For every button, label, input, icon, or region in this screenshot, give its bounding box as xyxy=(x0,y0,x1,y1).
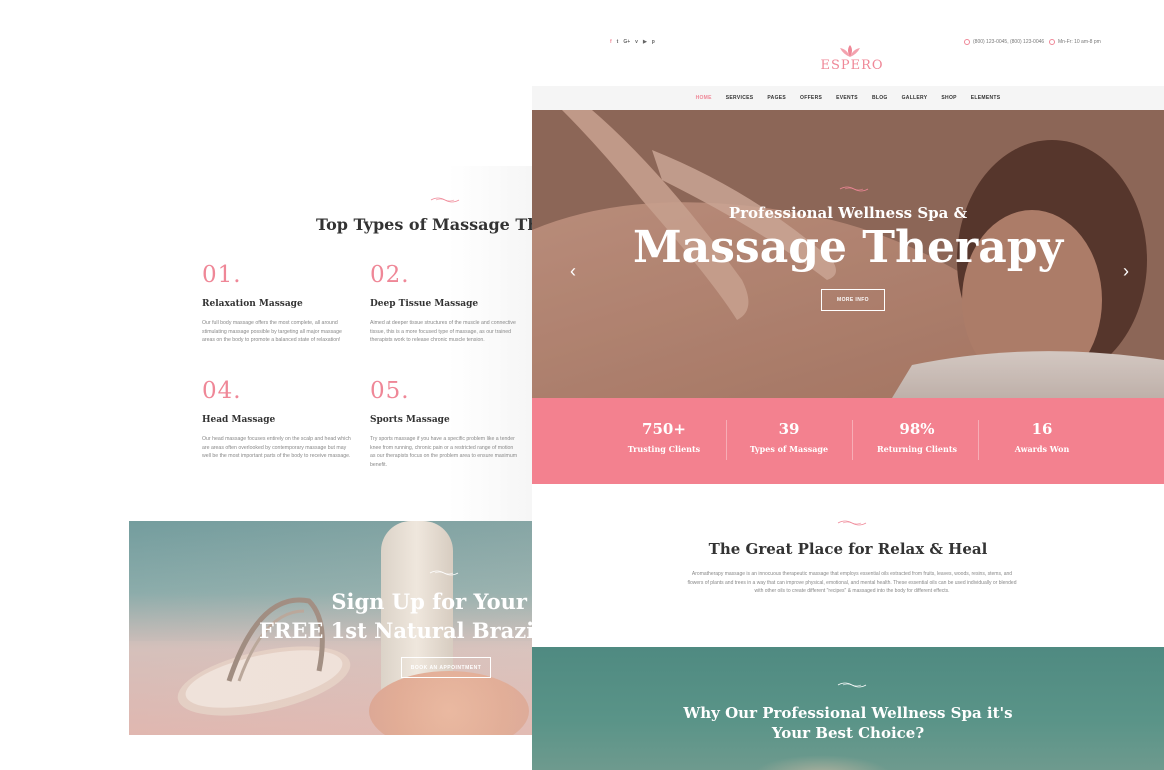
relax-section: The Great Place for Relax & Heal Aromath… xyxy=(532,484,1164,647)
header-hours: Mn-Fr: 10 am-8 pm xyxy=(1049,39,1101,45)
stat-label: Awards Won xyxy=(1014,444,1070,454)
stat-item: 39 Types of Massage xyxy=(726,420,852,454)
stat-divider xyxy=(852,420,853,460)
nav-item-blog[interactable]: BLOG xyxy=(872,95,888,101)
massage-type-name[interactable]: Sports Massage xyxy=(370,415,520,425)
slider-prev-arrow-icon[interactable]: ‹ xyxy=(570,261,576,282)
massage-type-number: 05. xyxy=(370,378,410,404)
nav-item-home[interactable]: HOME xyxy=(696,95,712,101)
stat-item: 16 Awards Won xyxy=(979,420,1105,454)
phone-text: (800) 123-0045, (800) 123-0046 xyxy=(973,39,1045,45)
massage-type-description: Our full body massage offers the most co… xyxy=(202,320,342,344)
hours-text: Mn-Fr: 10 am-8 pm xyxy=(1058,39,1101,45)
promo-title: Sign Up for Your FREE 1st Natural Brazil… xyxy=(259,587,532,645)
promo-banner: Sign Up for Your FREE 1st Natural Brazil… xyxy=(129,521,532,735)
site-logo[interactable]: ESPERO xyxy=(820,58,884,73)
massage-type-description: Our head massage focuses entirely on the… xyxy=(202,436,351,460)
ornament-icon xyxy=(430,197,460,203)
section-title: Top Types of Massage Therapy Se xyxy=(316,215,532,234)
massage-type-description: Try sports massage if you have a specifi… xyxy=(370,436,518,468)
lotus-logo-icon[interactable] xyxy=(837,44,863,58)
header-phone: (800) 123-0045, (800) 123-0046 xyxy=(964,39,1044,45)
youtube-icon[interactable]: ▶ xyxy=(643,39,647,45)
clock-icon xyxy=(1049,39,1055,45)
nav-item-gallery[interactable]: GALLERY xyxy=(902,95,928,101)
hero-subtitle: Professional Wellness Spa & xyxy=(728,204,968,222)
massage-type-card: 02. Deep Tissue Massage Aimed at deeper … xyxy=(370,262,520,345)
choice-title: Why Our Professional Wellness Spa it's Y… xyxy=(648,703,1048,743)
choice-section: Why Our Professional Wellness Spa it's Y… xyxy=(532,647,1164,770)
book-appointment-button[interactable]: BOOK AN APPOINTMENT xyxy=(401,657,491,678)
massage-type-name[interactable]: Relaxation Massage xyxy=(202,299,352,309)
choice-title-line: Your Best Choice? xyxy=(771,724,925,742)
ornament-icon xyxy=(837,682,867,688)
massage-type-number: 04. xyxy=(202,378,242,404)
facebook-icon[interactable]: f xyxy=(610,39,612,45)
massage-type-number: 02. xyxy=(370,262,410,288)
ornament-icon xyxy=(429,570,459,576)
massage-type-name[interactable]: Head Massage xyxy=(202,415,352,425)
nav-item-offers[interactable]: OFFERS xyxy=(800,95,822,101)
stat-label: Returning Clients xyxy=(876,444,958,454)
promo-title-line: FREE 1st Natural Brazilian xyxy=(259,618,532,643)
hero-title: Massage Therapy xyxy=(632,222,1064,273)
promo-title-line: Sign Up for Your xyxy=(331,589,527,614)
social-links: f t G+ v ▶ p xyxy=(610,39,655,45)
massage-type-card: 04. Head Massage Our head massage focuse… xyxy=(202,378,352,461)
nav-item-shop[interactable]: SHOP xyxy=(941,95,956,101)
more-info-button[interactable]: MORE INFO xyxy=(821,289,885,311)
ornament-icon xyxy=(839,186,869,192)
vimeo-icon[interactable]: v xyxy=(635,39,638,45)
massage-type-description: Aimed at deeper tissue structures of the… xyxy=(370,320,516,344)
stat-value: 750+ xyxy=(642,420,686,438)
main-nav: HOME SERVICES PAGES OFFERS EVENTS BLOG G… xyxy=(532,86,1164,110)
massage-type-card: 05. Sports Massage Try sports massage if… xyxy=(370,378,520,469)
ornament-icon xyxy=(837,520,867,526)
nav-item-services[interactable]: SERVICES xyxy=(726,95,754,101)
relax-text: Aromatherapy massage is an innocuous the… xyxy=(687,571,1017,595)
twitter-icon[interactable]: t xyxy=(617,39,619,45)
stats-band: 750+ Trusting Clients 39 Types of Massag… xyxy=(532,398,1164,484)
hand-photo xyxy=(752,755,892,770)
stat-value: 98% xyxy=(899,420,935,438)
slider-next-arrow-icon[interactable]: › xyxy=(1123,261,1129,282)
relax-title: The Great Place for Relax & Heal xyxy=(708,540,988,558)
massage-type-card: 01. Relaxation Massage Our full body mas… xyxy=(202,262,352,345)
stat-value: 39 xyxy=(778,420,800,438)
choice-title-line: Why Our Professional Wellness Spa it's xyxy=(683,704,1013,722)
stat-label: Trusting Clients xyxy=(627,444,701,454)
stat-item: 98% Returning Clients xyxy=(854,420,980,454)
nav-item-pages[interactable]: PAGES xyxy=(767,95,786,101)
nav-item-events[interactable]: EVENTS xyxy=(836,95,858,101)
nav-item-elements[interactable]: ELEMENTS xyxy=(971,95,1001,101)
massage-type-name[interactable]: Deep Tissue Massage xyxy=(370,299,520,309)
stat-label: Types of Massage xyxy=(749,444,829,454)
pinterest-icon[interactable]: p xyxy=(652,39,655,45)
stat-value: 16 xyxy=(1031,420,1053,438)
google-plus-icon[interactable]: G+ xyxy=(623,39,630,45)
hero-slider: Professional Wellness Spa & Massage Ther… xyxy=(532,110,1164,398)
stat-item: 750+ Trusting Clients xyxy=(601,420,727,454)
massage-type-number: 01. xyxy=(202,262,242,288)
phone-icon xyxy=(964,39,970,45)
